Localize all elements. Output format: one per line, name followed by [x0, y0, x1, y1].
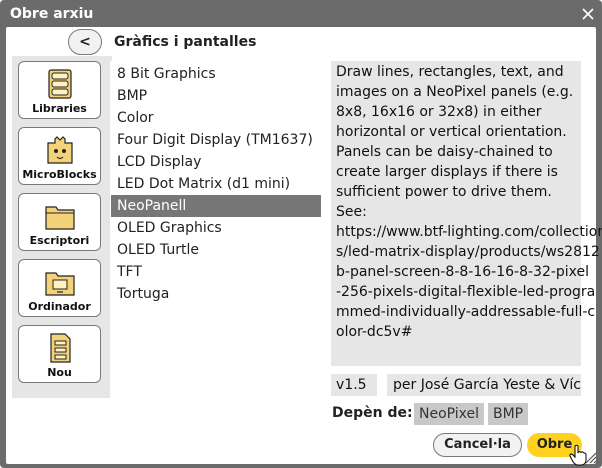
computer-folder-icon	[45, 272, 75, 296]
list-item[interactable]: 8 Bit Graphics	[111, 63, 321, 85]
book-icon	[48, 69, 72, 99]
list-item[interactable]: BMP	[111, 85, 321, 107]
description-line: See:	[336, 204, 367, 220]
sidebar-item-nou[interactable]: Nou	[18, 325, 101, 383]
list-item[interactable]: OLED Turtle	[111, 239, 321, 261]
sidebar-item-label: Escriptori	[29, 234, 90, 247]
version-label: v1.5	[331, 374, 377, 396]
description-line: s/led-matrix-display/products/ws2812	[336, 244, 600, 260]
list-item[interactable]: LCD Display	[111, 151, 321, 173]
page-title: Gràfics i pantalles	[114, 34, 257, 50]
description-line: olor-dc5v#	[336, 324, 413, 340]
description-line: -256-pixels-digital-flexible-led-progra	[336, 284, 596, 300]
list-item[interactable]: Color	[111, 107, 321, 129]
description-line: Panels can be daisy-chained to	[336, 144, 553, 160]
list-item[interactable]: Tortuga	[111, 283, 321, 305]
hand-cursor-icon	[569, 444, 587, 466]
list-item-selected[interactable]: NeoPanell	[111, 195, 321, 217]
description-line: 8x8, 16x16 or 32x8) in either	[336, 104, 542, 120]
description-line: https://www.btf-lighting.com/collection	[336, 224, 602, 240]
description-line: mmed-individually-addressable-full-c	[336, 304, 596, 320]
description-line: images on a NeoPixel panels (e.g.	[336, 84, 574, 100]
sidebar-item-label: Ordinador	[28, 300, 91, 313]
author-label: per José García Yeste & Víctor	[387, 374, 581, 396]
list-item[interactable]: LED Dot Matrix (d1 mini)	[111, 173, 321, 195]
depends-label: Depèn de:	[332, 405, 413, 421]
folder-icon	[45, 206, 75, 230]
library-description: Draw lines, rectangles, text, and images…	[336, 62, 602, 342]
close-icon[interactable]	[580, 6, 596, 22]
sidebar-item-libraries[interactable]: Libraries	[18, 61, 101, 119]
list-item[interactable]: Four Digit Display (TM1637)	[111, 129, 321, 151]
sidebar-item-label: Libraries	[32, 102, 87, 115]
description-line: Draw lines, rectangles, text, and	[336, 64, 564, 80]
description-line: horizontal or vertical orientation.	[336, 124, 567, 140]
title-bar[interactable]: Obre arxiu	[0, 0, 602, 28]
new-file-icon	[50, 333, 71, 363]
sidebar-item-label: Nou	[47, 366, 72, 379]
dependency-bmp[interactable]: BMP	[488, 403, 529, 425]
sidebar-item-microblocks[interactable]: MicroBlocks	[18, 127, 101, 185]
description-line: create larger displays if there is	[336, 164, 558, 180]
microblocks-icon	[47, 136, 73, 164]
cancel-button[interactable]: Cancel·la	[433, 433, 522, 457]
sidebar-item-ordinador[interactable]: Ordinador	[18, 259, 101, 317]
dependency-neopixel[interactable]: NeoPixel	[414, 403, 485, 425]
description-line: b-panel-screen-8-8-16-16-8-32-pixel	[336, 264, 590, 280]
list-item[interactable]: OLED Graphics	[111, 217, 321, 239]
sidebar-item-escriptori[interactable]: Escriptori	[18, 193, 101, 251]
dialog-title: Obre arxiu	[10, 6, 94, 22]
list-item[interactable]: TFT	[111, 261, 321, 283]
back-button[interactable]: <	[68, 29, 102, 55]
description-line: sufficient power to drive them.	[336, 184, 552, 200]
sidebar-item-label: MicroBlocks	[22, 168, 97, 181]
